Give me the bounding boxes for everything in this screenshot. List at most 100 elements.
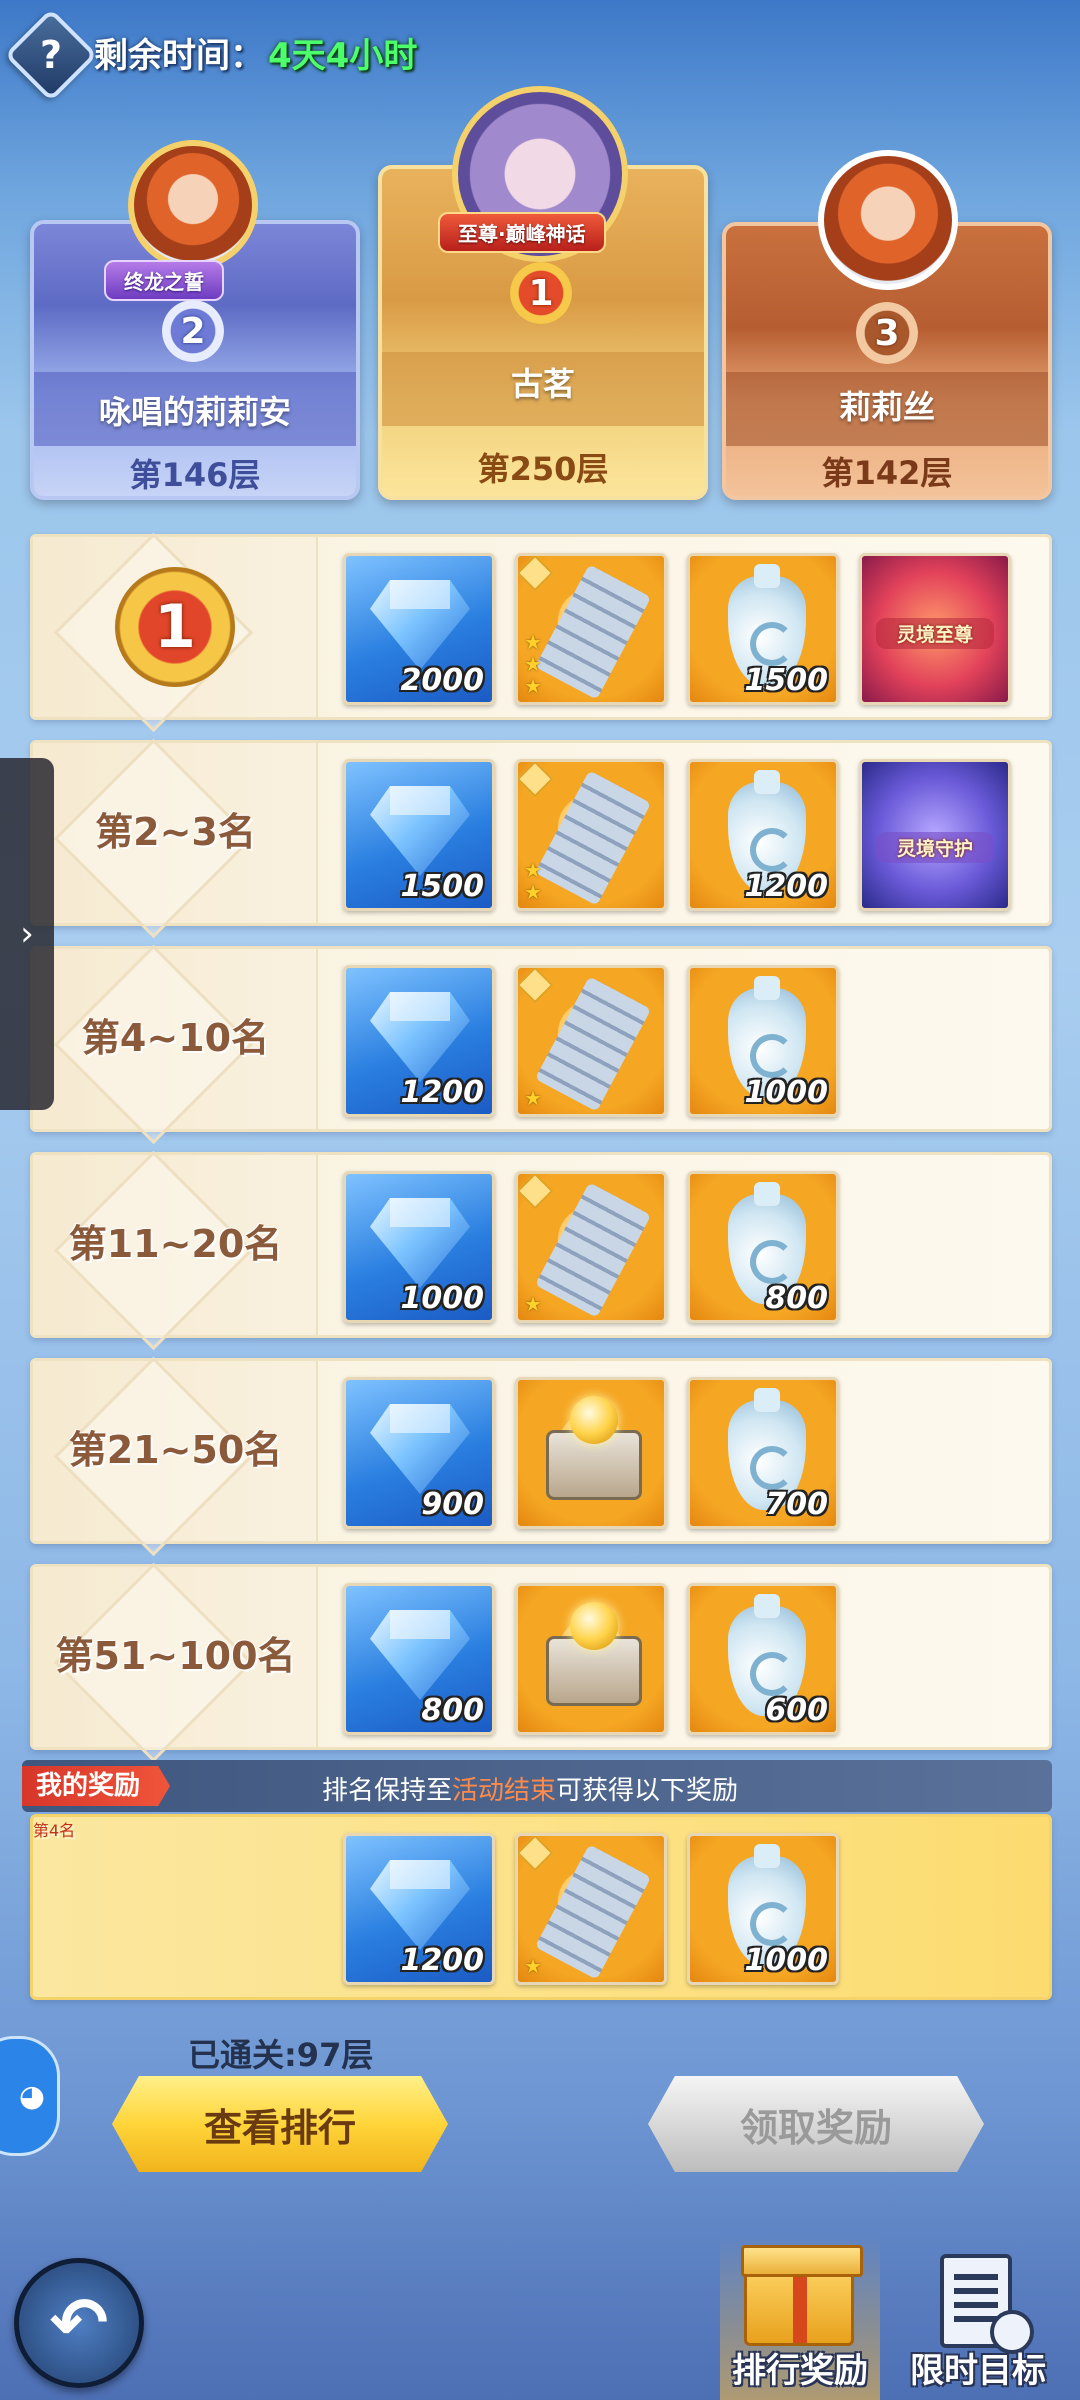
player-avatar-third[interactable] <box>818 150 958 290</box>
tab-limited-target[interactable]: 限时目标 <box>892 2248 1064 2400</box>
diamond-reward-item[interactable]: 2000 <box>343 553 495 705</box>
vase-reward-item[interactable]: 800 <box>687 1171 839 1323</box>
rank-2-medal-icon: 2 <box>162 300 224 362</box>
star-icon: ★ <box>524 1954 542 1978</box>
remaining-time-label: 剩余时间： <box>94 36 264 76</box>
vase-reward-item[interactable]: 1000 <box>687 1833 839 1985</box>
item-quantity: 600 <box>765 1693 828 1728</box>
my-reward-header: 我的奖励 排名保持至活动结束可获得以下奖励 <box>22 1760 1052 1812</box>
star-icon: ★ <box>524 630 542 654</box>
vase-reward-item[interactable]: 1500 <box>687 553 839 705</box>
diamond-reward-item[interactable]: 1200 <box>343 1833 495 1985</box>
rank-range-label: 第11~20名 <box>68 1222 283 1266</box>
item-quantity: 700 <box>765 1487 828 1522</box>
cleared-floors-text: 已通关:97层 <box>188 2036 374 2074</box>
note-prefix: 排名保持至 <box>322 1776 453 1806</box>
orb-icon <box>570 1602 618 1650</box>
my-reward-tag: 我的奖励 <box>22 1766 171 1806</box>
rank-range-label: 第2~3名 <box>95 810 256 854</box>
item-quantity: 900 <box>421 1487 484 1522</box>
player-floor: 第142层 <box>821 454 953 492</box>
help-button[interactable]: ? <box>4 8 98 102</box>
star-rating: ★ <box>524 1956 542 1976</box>
reward-row: 第51~100名 800 600 <box>30 1564 1052 1750</box>
claim-reward-button[interactable]: 领取奖励 <box>648 2076 984 2172</box>
back-button[interactable]: ↶ <box>14 2258 144 2388</box>
key-reward-item[interactable]: ★ ★ <box>515 759 667 911</box>
corner-tag-icon <box>518 556 554 592</box>
reward-items: 1000 ★ 800 <box>343 1171 839 1323</box>
item-quantity: 1200 <box>400 1943 485 1978</box>
my-reward-note: 排名保持至活动结束可获得以下奖励 <box>322 1770 738 1807</box>
reward-row: 第21~50名 900 700 <box>30 1358 1052 1544</box>
key-reward-item[interactable]: ★ <box>515 965 667 1117</box>
key-reward-item[interactable]: ★ ★ ★ <box>515 553 667 705</box>
diamond-icon <box>370 1404 470 1494</box>
rank-1-medal-icon: 1 <box>115 567 235 687</box>
vase-reward-item[interactable]: 700 <box>687 1377 839 1529</box>
key-reward-item[interactable]: ★ <box>515 1171 667 1323</box>
corner-tag-icon <box>518 968 554 1004</box>
tab-label: 限时目标 <box>910 2351 1046 2391</box>
star-icon: ★ <box>524 1086 542 1110</box>
rank-1-medal-icon: 1 <box>510 262 572 324</box>
assistant-bubble-icon[interactable]: ◕ <box>0 2036 60 2156</box>
orb-icon <box>570 1396 618 1444</box>
reward-items: 1200 ★ 1000 <box>343 1833 839 1985</box>
item-quantity: 1500 <box>400 869 485 904</box>
player-name: 古茗 <box>510 365 575 403</box>
title-reward-item[interactable]: 灵境至尊 <box>859 553 1011 705</box>
key-icon <box>534 976 652 1112</box>
item-quantity: 1500 <box>744 663 829 698</box>
item-quantity: 1200 <box>400 1075 485 1110</box>
item-quantity: 1000 <box>400 1281 485 1316</box>
side-expand-tab[interactable]: › <box>0 758 54 1110</box>
diamond-reward-item[interactable]: 1200 <box>343 965 495 1117</box>
item-quantity: 800 <box>421 1693 484 1728</box>
diamond-icon <box>370 1198 470 1288</box>
view-ranking-button[interactable]: 查看排行 <box>112 2076 448 2172</box>
item-quantity: 2000 <box>400 663 485 698</box>
question-icon: ? <box>39 32 63 77</box>
item-quantity: 1000 <box>744 1943 829 1978</box>
my-reward-row: 第4名 1200 ★ 1000 <box>30 1814 1052 2000</box>
back-arrow-icon: ↶ <box>49 2282 109 2364</box>
diamond-icon <box>370 580 470 670</box>
item-quantity: 1200 <box>744 869 829 904</box>
vase-reward-item[interactable]: 600 <box>687 1583 839 1735</box>
player-title-badge: 至尊·巅峰神话 <box>438 212 606 253</box>
player-floor: 第250层 <box>477 450 609 488</box>
player-name: 莉莉丝 <box>838 388 935 426</box>
reward-items: 1500 ★ ★ 1200 灵境守护 <box>343 759 1011 911</box>
tab-label: 排行奖励 <box>732 2351 868 2391</box>
chest-reward-item[interactable] <box>515 1583 667 1735</box>
star-rating: ★ ★ ★ <box>524 632 542 696</box>
vase-reward-item[interactable]: 1200 <box>687 759 839 911</box>
star-rating: ★ <box>524 1088 542 1108</box>
star-icon: ★ <box>524 858 542 882</box>
chest-reward-item[interactable] <box>515 1377 667 1529</box>
key-icon <box>534 1844 652 1980</box>
player-avatar-second[interactable] <box>128 140 258 270</box>
star-icon: ★ <box>524 674 542 698</box>
diamond-reward-item[interactable]: 1500 <box>343 759 495 911</box>
diamond-icon <box>370 786 470 876</box>
rank-range-label: 第21~50名 <box>68 1428 283 1472</box>
title-reward-item[interactable]: 灵境守护 <box>859 759 1011 911</box>
reward-row: 1 2000 ★ ★ ★ 1500 灵境至尊 <box>30 534 1052 720</box>
gift-icon <box>741 2245 863 2346</box>
corner-tag-icon <box>518 762 554 798</box>
reward-row: 第2~3名 1500 ★ ★ 1200 灵境守护 <box>30 740 1052 926</box>
key-reward-item[interactable]: ★ <box>515 1833 667 1985</box>
remaining-time-value: 4天4小时 <box>268 36 418 76</box>
diamond-reward-item[interactable]: 900 <box>343 1377 495 1529</box>
star-icon: ★ <box>524 880 542 904</box>
diamond-reward-item[interactable]: 1000 <box>343 1171 495 1323</box>
note-highlight: 活动结束 <box>452 1776 557 1806</box>
vase-reward-item[interactable]: 1000 <box>687 965 839 1117</box>
chevron-right-icon: › <box>20 914 34 954</box>
reward-items: 800 600 <box>343 1583 839 1735</box>
tab-rank-reward[interactable]: 排行奖励 <box>720 2236 880 2400</box>
key-icon <box>534 564 652 700</box>
diamond-reward-item[interactable]: 800 <box>343 1583 495 1735</box>
